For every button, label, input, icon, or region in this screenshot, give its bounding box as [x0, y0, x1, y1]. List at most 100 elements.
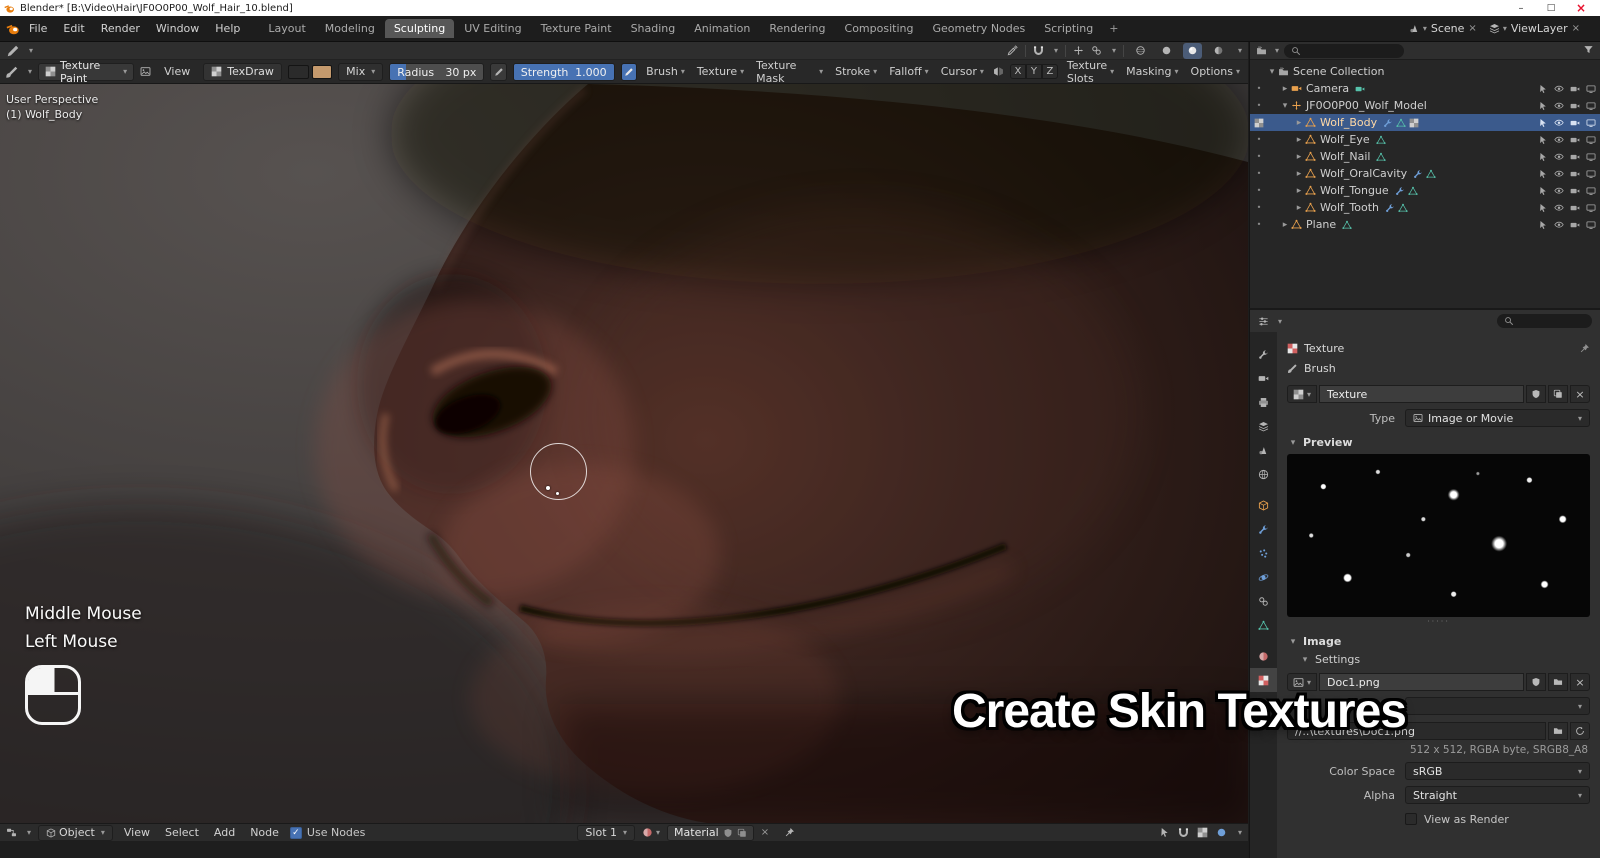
view-as-render-checkbox[interactable] — [1405, 813, 1417, 825]
viewport-disable-icon[interactable] — [1586, 135, 1596, 145]
render-disable-icon[interactable] — [1570, 152, 1580, 162]
shading-wireframe-button[interactable] — [1131, 43, 1150, 59]
tab-world[interactable] — [1250, 462, 1277, 486]
unlink-texture-button[interactable] — [1570, 385, 1590, 403]
shading-sphere-icon[interactable] — [1216, 827, 1227, 838]
blender-menu-icon[interactable] — [6, 22, 20, 36]
properties-editor-icon[interactable] — [1258, 316, 1269, 327]
menu-help[interactable]: Help — [208, 20, 247, 37]
hide-icon[interactable] — [1554, 84, 1564, 94]
maximize-button[interactable] — [1536, 0, 1566, 16]
object-name[interactable]: JF0O0P00_Wolf_Model — [1306, 99, 1427, 112]
close-button[interactable] — [1566, 0, 1596, 16]
tab-object-data[interactable] — [1250, 613, 1277, 637]
collection-name[interactable]: Scene Collection — [1293, 65, 1384, 78]
gizmos-icon[interactable] — [1073, 45, 1084, 56]
tab-material[interactable] — [1250, 644, 1277, 668]
browse-texture-button[interactable] — [1287, 385, 1318, 403]
overlays-icon[interactable] — [1091, 45, 1102, 56]
tab-particles[interactable] — [1250, 541, 1277, 565]
viewport-disable-icon[interactable] — [1586, 152, 1596, 162]
browse-scene-button[interactable] — [1409, 23, 1427, 34]
viewport-disable-icon[interactable] — [1586, 169, 1596, 179]
blend-mode-dropdown[interactable]: Mix — [338, 62, 384, 81]
selectable-icon[interactable] — [1538, 186, 1548, 196]
viewport-disable-icon[interactable] — [1586, 203, 1596, 213]
shader-menu-add[interactable]: Add — [210, 825, 239, 840]
outliner-search-input[interactable] — [1284, 43, 1405, 58]
shader-menu-node[interactable]: Node — [246, 825, 283, 840]
shader-editor-area[interactable] — [0, 841, 1248, 858]
disclosure-icon[interactable] — [1293, 203, 1305, 213]
outliner-row-wolf-oralcavity[interactable]: Wolf_OralCavity — [1250, 165, 1600, 182]
selectable-icon[interactable] — [1538, 169, 1548, 179]
render-disable-icon[interactable] — [1570, 203, 1580, 213]
mode-dropdown[interactable]: Texture Paint — [38, 59, 135, 85]
fake-user-shield-button[interactable] — [1526, 385, 1546, 403]
preview-section-header[interactable]: Preview — [1287, 436, 1590, 449]
material-copy-icon[interactable] — [737, 828, 747, 838]
disclosure-icon[interactable] — [1293, 169, 1305, 179]
new-texture-button[interactable] — [1548, 385, 1568, 403]
unlink-material-icon[interactable] — [761, 827, 769, 838]
properties-search-input[interactable] — [1497, 314, 1592, 328]
remove-viewlayer-icon[interactable] — [1572, 23, 1580, 34]
menu-render[interactable]: Render — [94, 20, 147, 37]
tab-view-layer[interactable] — [1250, 414, 1277, 438]
object-name[interactable]: Plane — [1306, 218, 1336, 231]
outliner-row-wolf-eye[interactable]: Wolf_Eye — [1250, 131, 1600, 148]
object-name[interactable]: Camera — [1306, 82, 1349, 95]
image-section-header[interactable]: Image — [1287, 635, 1590, 648]
shading-rendered-button[interactable] — [1209, 43, 1228, 59]
selectable-icon[interactable] — [1538, 220, 1548, 230]
use-nodes-checkbox[interactable] — [289, 826, 302, 839]
disclosure-icon[interactable] — [1293, 186, 1305, 196]
material-slot-dropdown[interactable]: Slot 1 — [577, 824, 636, 841]
shading-material-button[interactable] — [1182, 42, 1202, 59]
tab-constraints[interactable] — [1250, 589, 1277, 613]
use-nodes-toggle[interactable]: Use Nodes — [289, 826, 365, 839]
workspace-tab-scripting[interactable]: Scripting — [1035, 19, 1102, 38]
object-name[interactable]: Wolf_Tooth — [1320, 201, 1379, 214]
render-disable-icon[interactable] — [1570, 186, 1580, 196]
shader-menu-select[interactable]: Select — [161, 825, 203, 840]
workspace-tab-compositing[interactable]: Compositing — [836, 19, 923, 38]
falloff-popover[interactable]: Falloff — [889, 65, 929, 78]
filter-icon[interactable] — [1583, 44, 1594, 55]
pin-icon[interactable] — [784, 827, 795, 838]
hide-icon[interactable] — [1554, 220, 1564, 230]
texture-popover[interactable]: Texture — [697, 65, 744, 78]
browse-material-button[interactable] — [642, 827, 660, 838]
object-name[interactable]: Wolf_Eye — [1320, 133, 1370, 146]
hide-icon[interactable] — [1554, 186, 1564, 196]
outliner-row-wolf-tooth[interactable]: Wolf_Tooth — [1250, 199, 1600, 216]
masking-popover[interactable]: Masking — [1126, 65, 1178, 78]
brush-popover[interactable]: Brush — [646, 65, 685, 78]
disclosure-icon[interactable] — [1266, 67, 1278, 77]
render-disable-icon[interactable] — [1570, 84, 1580, 94]
texture-type-dropdown[interactable]: Image or Movie — [1405, 409, 1590, 427]
viewport-disable-icon[interactable] — [1586, 84, 1596, 94]
workspace-tab-shading[interactable]: Shading — [622, 19, 685, 38]
hide-icon[interactable] — [1554, 101, 1564, 111]
selectable-icon[interactable] — [1538, 118, 1548, 128]
outliner-row-wolf-tongue[interactable]: Wolf_Tongue — [1250, 182, 1600, 199]
selectable-icon[interactable] — [1538, 135, 1548, 145]
selectable-icon[interactable] — [1538, 203, 1548, 213]
render-disable-icon[interactable] — [1570, 169, 1580, 179]
viewport-disable-icon[interactable] — [1586, 220, 1596, 230]
hide-icon[interactable] — [1554, 135, 1564, 145]
menu-edit[interactable]: Edit — [56, 20, 91, 37]
outliner-row-plane[interactable]: Plane — [1250, 216, 1600, 233]
workspace-tab-layout[interactable]: Layout — [259, 19, 314, 38]
workspace-tab-uv-editing[interactable]: UV Editing — [455, 19, 530, 38]
hide-icon[interactable] — [1554, 169, 1564, 179]
add-workspace-button[interactable]: + — [1103, 19, 1124, 38]
options-popover[interactable]: Options — [1191, 65, 1240, 78]
menu-window[interactable]: Window — [149, 20, 206, 37]
tab-object[interactable] — [1250, 493, 1277, 517]
render-disable-icon[interactable] — [1570, 220, 1580, 230]
disclosure-icon[interactable] — [1293, 135, 1305, 145]
selectable-icon[interactable] — [1538, 101, 1548, 111]
paint-brush-tool-icon[interactable] — [5, 65, 19, 79]
